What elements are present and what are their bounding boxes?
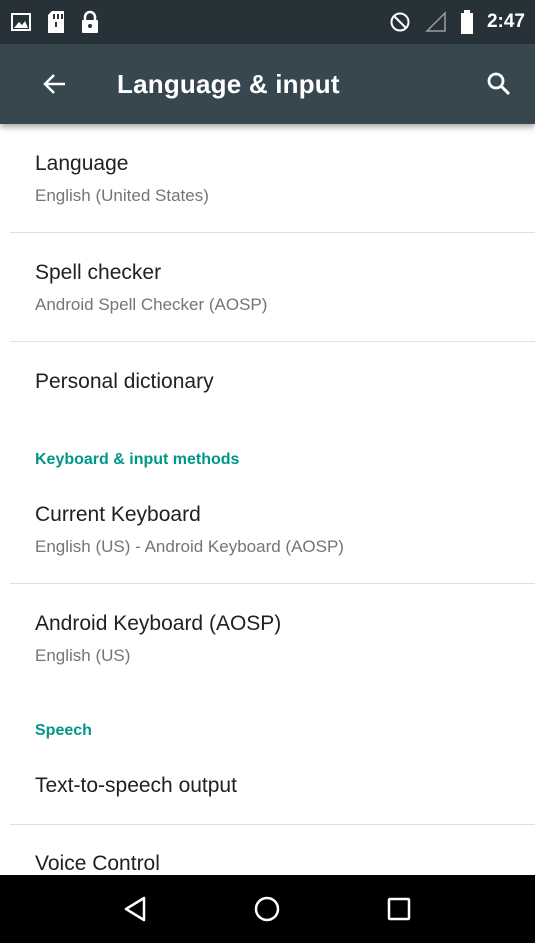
spell-checker-summary: Android Spell Checker (AOSP) <box>35 295 268 314</box>
lock-icon <box>80 10 100 34</box>
keyboard-category-header: Keyboard & input methods <box>35 451 240 468</box>
image-icon <box>10 11 32 33</box>
tts-output-item[interactable]: Text-to-speech output <box>0 749 535 824</box>
speech-category-header: Speech <box>35 722 92 739</box>
arrow-back-icon[interactable] <box>37 66 73 102</box>
android-keyboard-title: Android Keyboard (AOSP) <box>35 612 282 635</box>
status-bar: 2:47 <box>0 0 535 44</box>
tts-output-title: Text-to-speech output <box>35 774 237 797</box>
signal-icon <box>425 11 447 33</box>
back-triangle-icon[interactable] <box>106 879 166 939</box>
current-keyboard-item[interactable]: Current Keyboard English (US) - Android … <box>0 476 535 583</box>
spell-checker-item[interactable]: Spell checker Android Spell Checker (AOS… <box>0 233 535 341</box>
page-title: Language & input <box>117 68 340 99</box>
do-not-disturb-icon <box>389 11 411 33</box>
app-toolbar: Language & input <box>0 44 535 124</box>
status-system: 2:47 <box>389 10 525 34</box>
status-notifications <box>10 10 100 34</box>
android-keyboard-item[interactable]: Android Keyboard (AOSP) English (US) <box>0 584 535 692</box>
voice-control-item[interactable]: Voice Control <box>0 825 535 875</box>
status-time: 2:47 <box>486 11 525 32</box>
home-circle-icon[interactable] <box>237 879 297 939</box>
voice-control-title: Voice Control <box>35 852 160 875</box>
spell-checker-title: Spell checker <box>35 261 162 284</box>
personal-dictionary-title: Personal dictionary <box>35 370 214 393</box>
language-item[interactable]: Language English (United States) <box>0 124 535 232</box>
battery-icon <box>460 10 473 34</box>
android-keyboard-summary: English (US) <box>35 646 131 665</box>
search-icon[interactable] <box>481 66 517 102</box>
sd-card-icon <box>46 10 66 34</box>
language-title: Language <box>35 152 129 175</box>
current-keyboard-summary: English (US) - Android Keyboard (AOSP) <box>35 537 344 556</box>
current-keyboard-title: Current Keyboard <box>35 503 201 526</box>
language-summary: English (United States) <box>35 186 209 205</box>
recents-square-icon[interactable] <box>369 879 429 939</box>
personal-dictionary-item[interactable]: Personal dictionary <box>0 342 535 424</box>
navigation-bar <box>0 875 535 943</box>
settings-list: Language English (United States) Spell c… <box>0 124 535 875</box>
